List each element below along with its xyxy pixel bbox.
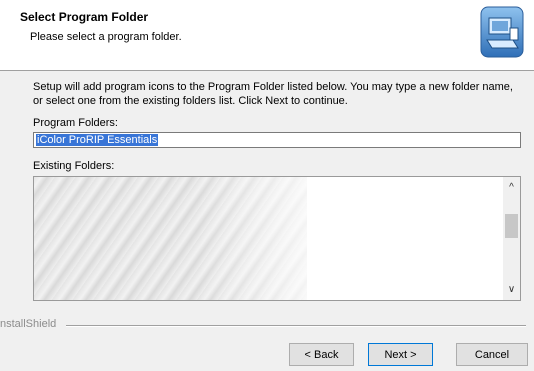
header-banner: Select Program Folder Please select a pr… (0, 0, 534, 71)
obscured-folder-entries (34, 177, 307, 300)
scroll-thumb[interactable] (505, 214, 518, 238)
existing-folders-list[interactable]: ^ ∨ (33, 176, 521, 301)
list-scrollbar[interactable]: ^ ∨ (503, 177, 520, 300)
scroll-down-icon[interactable]: ∨ (503, 281, 520, 298)
next-button[interactable]: Next > (368, 343, 433, 366)
instructions-text: Setup will add program icons to the Prog… (33, 81, 513, 107)
dialog-subtitle: Please select a program folder. (30, 31, 182, 43)
footer-divider (66, 325, 526, 327)
dialog-title: Select Program Folder (20, 10, 149, 24)
program-folder-input[interactable]: iColor ProRIP Essentials (33, 132, 521, 148)
installshield-brand: nstallShield (0, 318, 57, 330)
existing-folders-label: Existing Folders: (33, 160, 115, 172)
back-button[interactable]: < Back (289, 343, 354, 366)
setup-computer-icon (480, 6, 524, 58)
scroll-up-icon[interactable]: ^ (503, 179, 520, 196)
cancel-button[interactable]: Cancel (456, 343, 528, 366)
program-folder-value: iColor ProRIP Essentials (36, 134, 159, 146)
program-folder-label: Program Folders: (33, 117, 118, 129)
